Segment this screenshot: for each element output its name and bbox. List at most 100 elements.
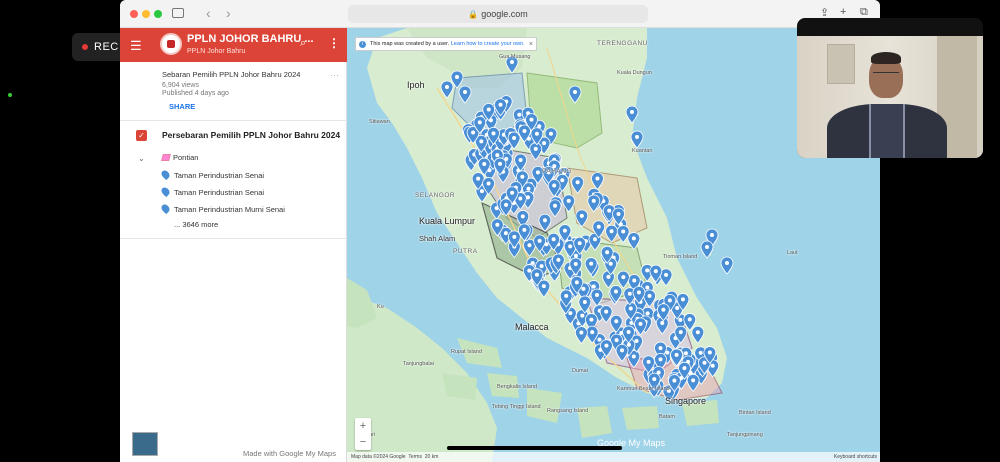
location-pin-icon[interactable] <box>568 85 582 104</box>
location-pin-icon[interactable] <box>529 142 543 161</box>
map-label: Kuantan <box>632 148 653 154</box>
zoom-out-button[interactable]: − <box>355 434 371 450</box>
layer-visibility-checkbox[interactable]: ✓ <box>136 130 147 141</box>
map-label: Kuala Lumpur <box>419 216 476 226</box>
location-pin-icon[interactable] <box>720 256 734 275</box>
location-pin-icon[interactable] <box>686 373 700 392</box>
browser-toolbar: ‹ › 🔒 google.com ⇪ + ⧉ <box>120 0 880 28</box>
chevron-down-icon[interactable]: ⌄ <box>138 154 145 163</box>
location-pin-icon[interactable] <box>590 288 604 307</box>
location-pin-icon[interactable] <box>562 194 576 213</box>
pin-icon <box>159 185 172 198</box>
location-pin-icon[interactable] <box>575 209 589 228</box>
location-pin-icon[interactable] <box>574 326 588 345</box>
map-label: Ku <box>377 304 384 310</box>
location-pin-icon[interactable] <box>630 130 644 149</box>
minimize-window-button[interactable] <box>142 10 150 18</box>
location-pin-icon[interactable] <box>627 232 641 251</box>
url-text: google.com <box>481 9 528 19</box>
map-label: TERENGGANU <box>597 40 648 47</box>
map-label: Shah Alam <box>419 234 456 243</box>
pin-icon <box>159 202 172 215</box>
location-pin-icon[interactable] <box>616 270 630 289</box>
location-pin-icon[interactable] <box>458 85 472 104</box>
info-icon: i <box>359 41 366 48</box>
list-item[interactable]: Pontian <box>161 153 198 162</box>
location-pin-icon[interactable] <box>700 240 714 259</box>
map-legend-panel: ☰ PPLN JOHOR BAHRU ... PPLN Johor Bahru … <box>120 28 347 462</box>
horizontal-scrollbar[interactable] <box>447 446 622 450</box>
divider <box>120 120 347 121</box>
share-button[interactable]: SHARE <box>169 102 195 111</box>
location-pin-icon[interactable] <box>625 105 639 124</box>
keyboard-shortcuts-link[interactable]: Keyboard shortcuts <box>834 452 877 462</box>
search-icon[interactable]: ⌕ <box>300 37 306 50</box>
panel-subtitle: PPLN Johor Bahru <box>187 48 246 55</box>
map-label: Dumai <box>572 368 588 374</box>
browser-window: ‹ › 🔒 google.com ⇪ + ⧉ ☰ PPLN JOHOR BAHRU… <box>120 0 880 462</box>
polygon-icon <box>161 154 171 161</box>
attribution-text: Map data ©2024 Google <box>351 454 406 460</box>
menu-icon[interactable]: ☰ <box>130 38 142 54</box>
zoom-control: + − <box>355 418 371 450</box>
map-label: Rangsang Island <box>547 408 589 414</box>
map-label: PAHANG <box>542 168 572 175</box>
map-label: PUTRA <box>453 248 478 255</box>
list-item[interactable]: Taman Perindustrian Senai <box>159 168 264 181</box>
new-tab-icon[interactable]: + <box>840 6 846 18</box>
sidebar-toggle-icon[interactable] <box>172 8 184 18</box>
close-window-button[interactable] <box>130 10 138 18</box>
map-attribution: Map data ©2024 Google Terms 20 km Keyboa… <box>347 452 880 462</box>
location-pin-icon[interactable] <box>691 325 705 344</box>
basemap-thumbnail[interactable] <box>132 432 158 456</box>
made-with-text: Made with Google My Maps <box>243 449 336 458</box>
create-map-link[interactable]: Learn how to create your own. <box>451 41 525 47</box>
map-label: Tanjungpinang <box>727 432 763 438</box>
webcam-overlay <box>797 18 983 158</box>
location-pin-icon[interactable] <box>616 225 630 244</box>
map-label: Tioman Island <box>663 254 698 260</box>
user-map-notice: i This map was created by a user. Learn … <box>355 37 537 51</box>
divider <box>120 238 347 239</box>
maximize-window-button[interactable] <box>154 10 162 18</box>
location-pin-icon[interactable] <box>602 270 615 289</box>
panel-header: ☰ PPLN JOHOR BAHRU ... PPLN Johor Bahru … <box>120 28 347 62</box>
organization-logo <box>160 33 182 55</box>
address-bar[interactable]: 🔒 google.com <box>348 5 648 23</box>
map-label: Singapore <box>665 396 707 406</box>
map-label: Sitiawan <box>369 119 390 125</box>
close-icon[interactable]: × <box>529 38 533 51</box>
location-pin-icon[interactable] <box>587 194 601 213</box>
location-pin-icon[interactable] <box>605 224 618 243</box>
map-label: Gua Musang <box>499 54 531 60</box>
map-label: Karimun Besar Island <box>617 386 670 392</box>
map-label: Tanjungbalai <box>403 361 434 367</box>
screen: REC ‹ › 🔒 google.com ⇪ + ⧉ ☰ PPLN JOHOR B… <box>0 0 1000 462</box>
zoom-in-button[interactable]: + <box>355 418 371 434</box>
map-label: Ipoh <box>407 80 425 90</box>
map-label: Batam <box>659 414 675 420</box>
map-label: Bintan Island <box>739 410 771 416</box>
more-options-icon[interactable]: ⋮ <box>328 36 340 50</box>
map-title: Sebaran Pemilih PPLN Johor Bahru 2024 <box>162 70 301 79</box>
list-item[interactable]: Taman Perindustrian Senai <box>159 185 264 198</box>
location-pin-icon[interactable] <box>538 213 552 232</box>
layer-title: Persebaran Pemilih PPLN Johor Bahru 2024 <box>162 130 341 140</box>
forward-icon[interactable]: › <box>226 5 231 21</box>
location-pin-icon[interactable] <box>571 175 585 194</box>
published-date: Published 4 days ago <box>162 90 229 97</box>
back-icon[interactable]: ‹ <box>206 5 211 21</box>
more-items-link[interactable]: ... 3646 more <box>174 220 218 229</box>
presenter-shirt <box>869 104 905 158</box>
view-count: 6,904 views <box>162 82 199 89</box>
location-pin-icon[interactable] <box>548 199 562 218</box>
location-pin-icon[interactable] <box>440 80 454 99</box>
presenter-hair <box>871 52 901 64</box>
list-item[interactable]: Taman Perindustrian Murni Senai <box>159 202 285 215</box>
map-label: Bengkalis Island <box>497 384 538 390</box>
terms-link[interactable]: Terms <box>408 454 422 460</box>
map-info-menu-icon[interactable]: ⋯ <box>330 70 339 81</box>
location-pin-icon[interactable] <box>591 172 604 191</box>
location-pin-icon[interactable] <box>615 343 629 363</box>
map-label: SELANGOR <box>415 192 456 199</box>
